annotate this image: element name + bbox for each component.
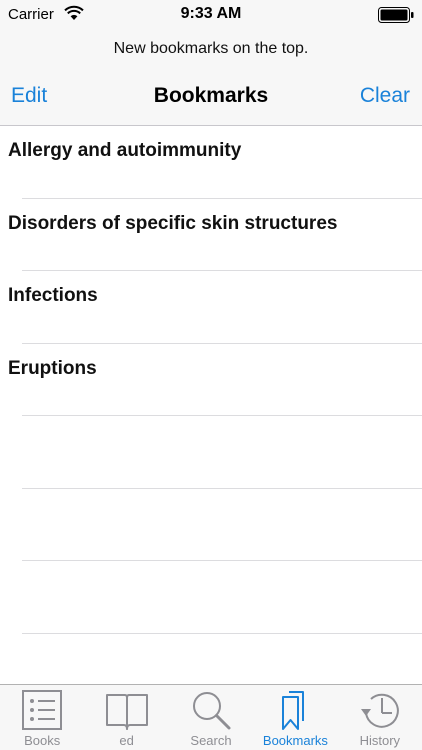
list-icon <box>22 690 63 730</box>
edit-button[interactable]: Edit <box>11 84 47 108</box>
carrier-label: Carrier <box>8 6 54 23</box>
list-item-label: Infections <box>8 285 98 306</box>
wifi-icon <box>64 5 84 20</box>
tab-bookmarks[interactable]: Bookmarks <box>253 685 337 750</box>
top-area: Carrier 9:33 AM New bookmarks on the top… <box>0 0 422 126</box>
tab-search[interactable]: Search <box>169 685 253 750</box>
empty-row <box>0 634 422 685</box>
tab-ed-label: ed <box>119 733 134 748</box>
list-item[interactable]: Infections <box>0 271 422 344</box>
list-item-label: Allergy and autoimmunity <box>8 140 242 161</box>
battery-icon <box>378 7 414 23</box>
tab-history-label: History <box>359 733 401 748</box>
bookmarks-icon <box>282 691 305 730</box>
bookmarks-hint: New bookmarks on the top. <box>113 40 309 57</box>
tab-books[interactable]: Books <box>0 685 84 750</box>
bookmarks-list: Allergy and autoimmunity Disorders of sp… <box>0 126 422 684</box>
list-item[interactable]: Eruptions <box>0 344 422 417</box>
tab-ed[interactable]: ed <box>84 685 168 750</box>
tab-bar: Books ed Search Bookmarks History <box>0 684 422 750</box>
tab-bookmarks-label: Bookmarks <box>262 733 328 748</box>
open-book-icon <box>105 694 148 730</box>
list-item-label: Disorders of specific skin structures <box>8 212 338 234</box>
empty-row <box>0 489 422 562</box>
clock-icon <box>360 693 399 728</box>
page-title: Bookmarks <box>153 84 269 107</box>
empty-row <box>0 416 422 489</box>
tab-search-label: Search <box>190 733 232 748</box>
empty-row <box>0 561 422 634</box>
tab-books-label: Books <box>24 733 61 748</box>
magnifier-icon <box>193 692 231 730</box>
list-item[interactable]: Disorders of specific skin structures <box>0 199 422 272</box>
tab-history[interactable]: History <box>338 685 422 750</box>
status-bar: Carrier 9:33 AM <box>0 0 422 30</box>
list-item-label: Eruptions <box>8 357 97 379</box>
clear-button[interactable]: Clear <box>360 84 410 108</box>
list-item[interactable]: Allergy and autoimmunity <box>0 126 422 199</box>
